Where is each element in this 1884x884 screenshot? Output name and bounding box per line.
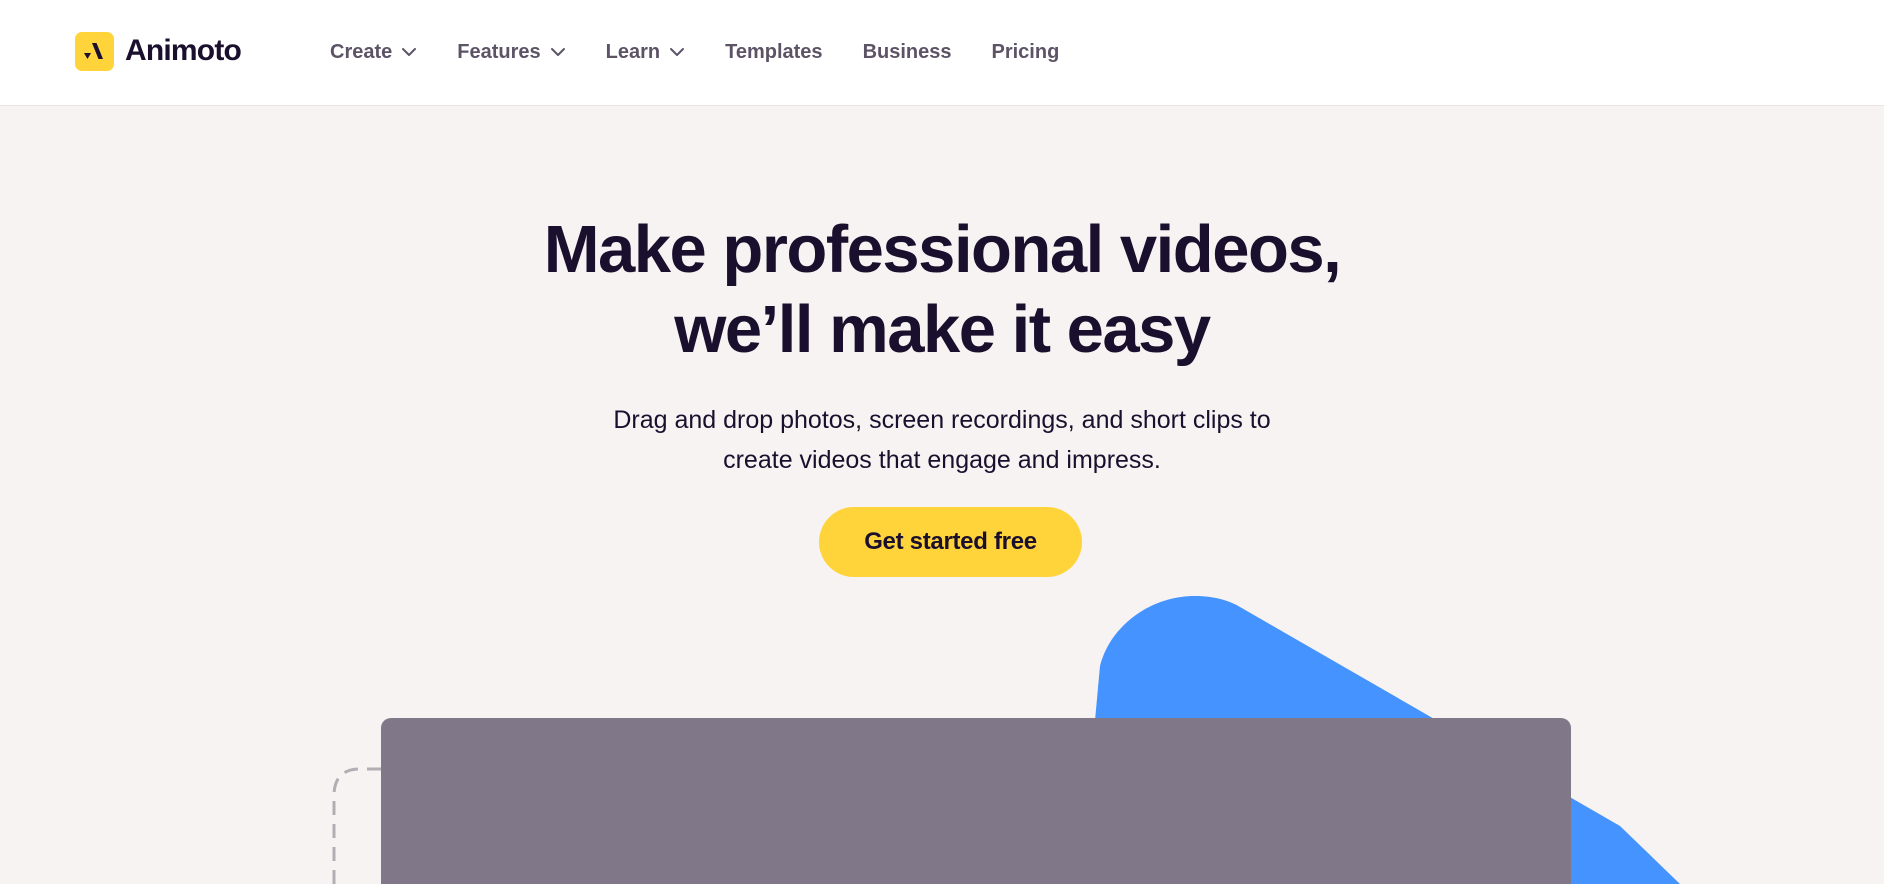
- nav-item-label: Business: [862, 40, 952, 63]
- nav-item-create[interactable]: Create: [330, 41, 417, 64]
- chevron-down-icon: [401, 47, 417, 57]
- nav-item-label: Templates: [725, 40, 823, 63]
- chevron-down-icon: [550, 47, 566, 57]
- nav-item-label: Pricing: [991, 40, 1060, 63]
- nav-item-features[interactable]: Features: [457, 41, 565, 64]
- brand-name: Animoto: [125, 34, 242, 67]
- nav-item-label: Create: [330, 40, 393, 63]
- animoto-logo[interactable]: Animoto: [75, 31, 242, 71]
- dashed-outline-shape: [332, 767, 381, 884]
- animoto-logo-icon: [75, 31, 114, 71]
- nav-item-templates[interactable]: Templates: [725, 41, 822, 64]
- nav-item-pricing[interactable]: Pricing: [992, 41, 1060, 64]
- hero-section: Make professional videos, we’ll make it …: [0, 106, 1884, 884]
- top-navbar: Animoto Create Features Learn Templates …: [0, 0, 1884, 106]
- main-nav: Create Features Learn Templates Business…: [330, 0, 1099, 104]
- chevron-down-icon: [669, 47, 685, 57]
- nav-item-label: Features: [457, 40, 541, 63]
- nav-item-business[interactable]: Business: [863, 41, 952, 64]
- nav-item-learn[interactable]: Learn: [606, 41, 685, 64]
- video-preview-frame: [381, 718, 1571, 884]
- nav-item-label: Learn: [605, 40, 661, 63]
